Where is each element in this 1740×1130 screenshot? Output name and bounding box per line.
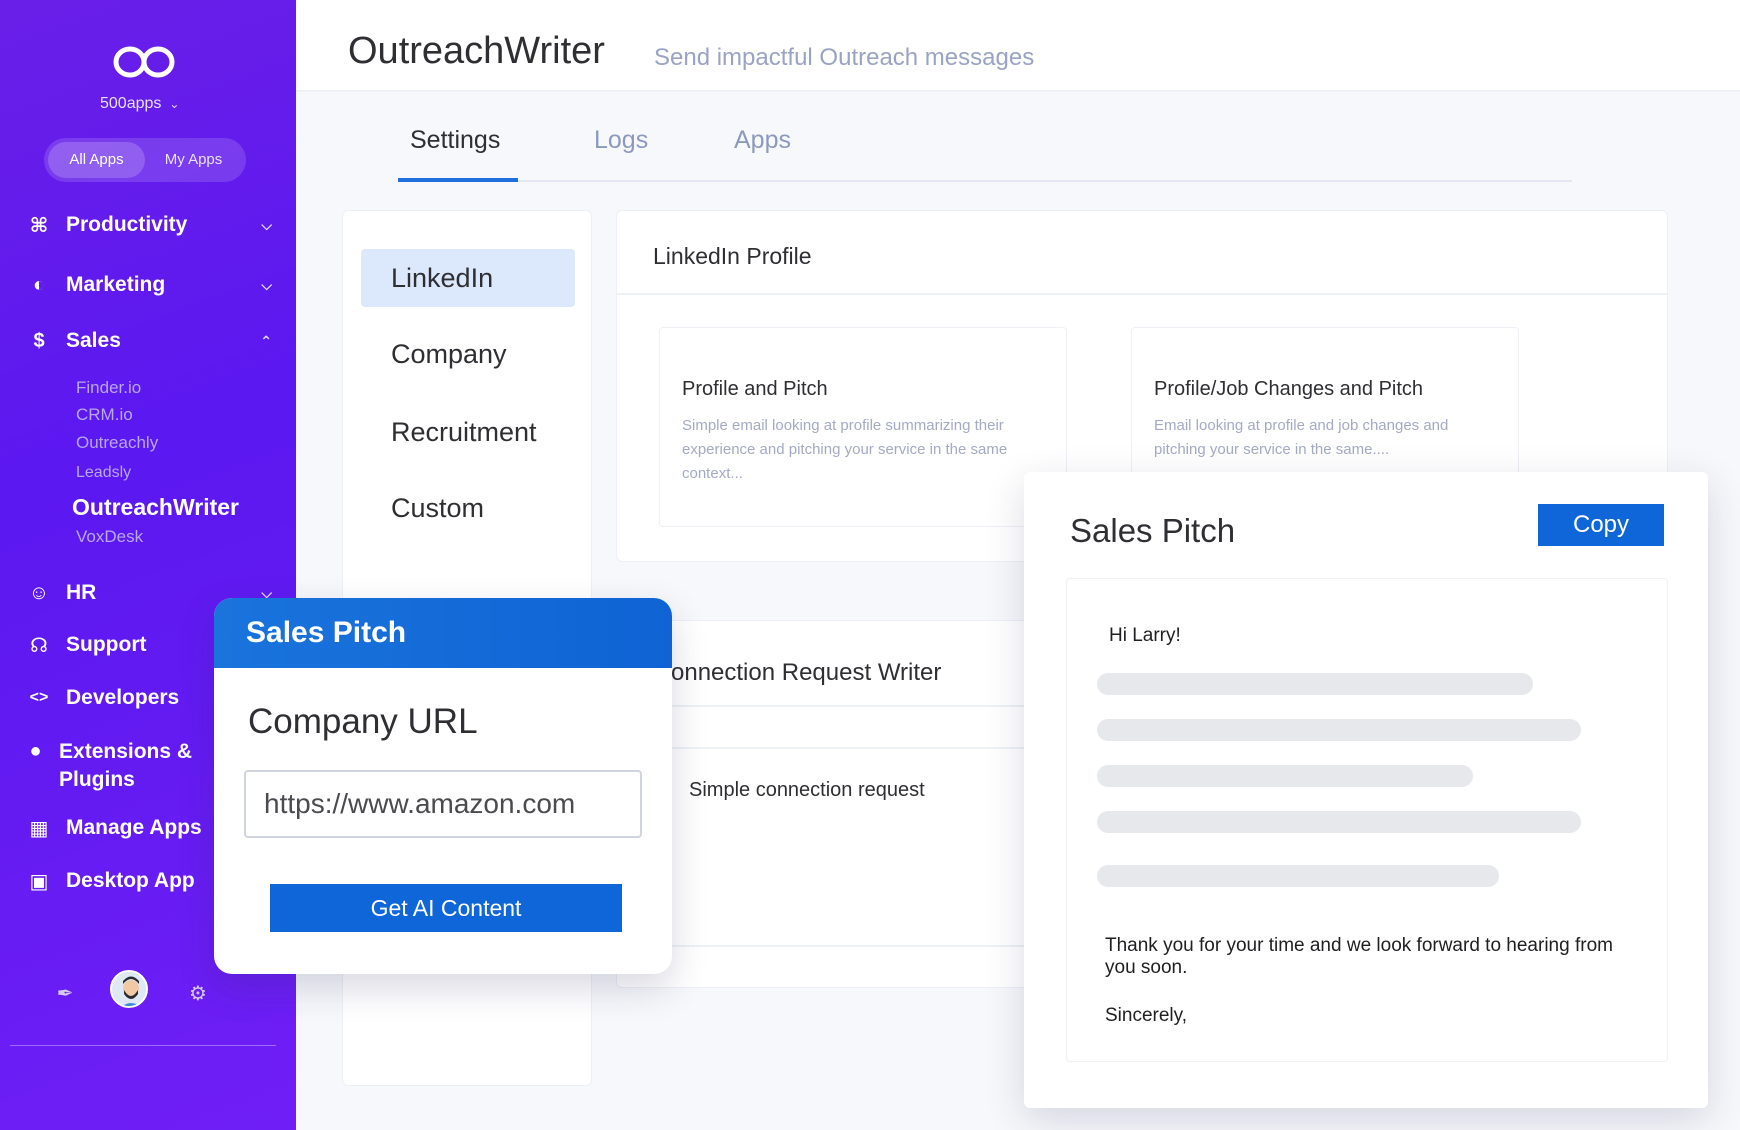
apps-toggle: All Apps My Apps xyxy=(44,138,246,182)
signoff-text: Sincerely, xyxy=(1105,1005,1188,1026)
page-subtitle: Send impactful Outreach messages xyxy=(654,44,1035,71)
sidebar-footer: ✒ ⚙ xyxy=(0,970,296,1020)
pitch-content[interactable]: Hi Larry! Thank you for your time and we… xyxy=(1066,578,1668,1062)
form-header: Sales Pitch xyxy=(214,598,672,668)
company-url-label: Company URL xyxy=(248,702,478,741)
nav-label: Productivity xyxy=(66,213,188,236)
template-card[interactable]: Profile and Pitch Simple email looking a… xyxy=(659,327,1067,527)
nav-label: HR xyxy=(66,581,97,604)
headset-icon: ☊ xyxy=(30,634,48,657)
all-apps-toggle[interactable]: All Apps xyxy=(48,142,145,178)
infinity-logo-icon[interactable] xyxy=(113,44,175,80)
active-tab-indicator xyxy=(398,178,518,182)
nav-label: Extensions & Plugins xyxy=(59,740,193,791)
tab-settings[interactable]: Settings xyxy=(410,126,500,155)
nav-label: Marketing xyxy=(66,273,166,296)
company-url-input[interactable] xyxy=(244,770,642,838)
code-icon: <> xyxy=(29,689,49,706)
nav-sales[interactable]: $ Sales ⌃ xyxy=(26,328,272,354)
template-title[interactable]: Simple connection request xyxy=(689,779,925,802)
closing-text: Thank you for your time and we look forw… xyxy=(1105,935,1613,978)
category-linkedin[interactable]: LinkedIn xyxy=(361,249,575,307)
template-description: Email looking at profile and job changes… xyxy=(1154,417,1449,458)
monitor-icon: ▣ xyxy=(29,870,49,893)
placeholder-line xyxy=(1097,865,1499,887)
org-name: 500apps xyxy=(100,95,162,112)
page-header: OutreachWriter Send impactful Outreach m… xyxy=(296,0,1740,92)
chevron-down-icon: ⌵ xyxy=(261,216,272,233)
feather-icon[interactable]: ✒ xyxy=(50,978,80,1008)
category-custom[interactable]: Custom xyxy=(361,479,575,537)
tab-logs[interactable]: Logs xyxy=(594,126,648,155)
sub-outreachly[interactable]: Outreachly xyxy=(76,433,158,453)
puzzle-icon: ● xyxy=(29,739,42,762)
nav-marketing[interactable]: ◐ Marketing ⌵ xyxy=(26,272,272,298)
org-switcher[interactable]: 500apps ⌄ xyxy=(100,95,179,113)
sales-pitch-panel: Sales Pitch Copy Hi Larry! Thank you for… xyxy=(1024,472,1708,1108)
my-apps-toggle[interactable]: My Apps xyxy=(145,142,242,178)
page-title: OutreachWriter xyxy=(348,30,605,72)
card-header: LinkedIn Profile xyxy=(617,211,1667,295)
category-recruitment[interactable]: Recruitment xyxy=(361,403,575,461)
placeholder-line xyxy=(1097,719,1581,741)
nav-productivity[interactable]: ⌘ Productivity ⌵ xyxy=(26,212,272,238)
card-title: onnection Request Writer xyxy=(671,659,942,686)
divider xyxy=(10,1045,276,1046)
chevron-up-icon: ⌃ xyxy=(260,332,272,349)
nav-label: Desktop App xyxy=(66,869,195,892)
grid-icon: ▦ xyxy=(29,817,49,840)
placeholder-line xyxy=(1097,765,1473,787)
greeting-text: Hi Larry! xyxy=(1109,625,1181,646)
sub-leadsly[interactable]: Leadsly xyxy=(76,464,131,482)
card-title: LinkedIn Profile xyxy=(653,243,812,269)
nav-label: Sales xyxy=(66,329,121,352)
chevron-down-icon: ⌄ xyxy=(169,97,180,111)
globe-icon: ◐ xyxy=(32,273,46,296)
get-ai-content-button[interactable]: Get AI Content xyxy=(270,884,622,932)
placeholder-line xyxy=(1097,673,1533,695)
sales-pitch-form: Sales Pitch Company URL Get AI Content xyxy=(214,598,672,974)
nav-label: Developers xyxy=(66,686,180,709)
template-description: Simple email looking at profile summariz… xyxy=(682,417,1008,482)
panel-title: Sales Pitch xyxy=(1070,512,1236,549)
nav-label: Manage Apps xyxy=(66,816,202,839)
gear-icon[interactable]: ⚙ xyxy=(183,978,213,1008)
placeholder-line xyxy=(1097,811,1581,833)
template-title: Profile/Job Changes and Pitch xyxy=(1154,378,1424,400)
nav-extensions[interactable]: ● Extensions & Plugins xyxy=(26,738,216,794)
template-title: Profile and Pitch xyxy=(682,378,828,400)
sub-outreachwriter[interactable]: OutreachWriter xyxy=(72,494,239,521)
sub-finder[interactable]: Finder.io xyxy=(76,378,141,398)
copy-button[interactable]: Copy xyxy=(1538,504,1664,546)
chevron-down-icon: ⌵ xyxy=(261,276,272,293)
user-icon: ☺ xyxy=(28,581,50,604)
tab-apps[interactable]: Apps xyxy=(734,126,791,155)
nav-label: Support xyxy=(66,633,147,656)
sub-voxdesk[interactable]: VoxDesk xyxy=(76,527,143,547)
sub-crm[interactable]: CRM.io xyxy=(76,405,133,425)
command-icon: ⌘ xyxy=(29,214,49,237)
avatar[interactable] xyxy=(110,970,148,1008)
tab-bar: Settings Logs Apps xyxy=(398,120,1572,182)
form-title: Sales Pitch xyxy=(246,616,407,649)
avatar-icon xyxy=(112,972,146,1006)
category-company[interactable]: Company xyxy=(361,325,575,383)
dollar-icon: $ xyxy=(33,329,45,352)
